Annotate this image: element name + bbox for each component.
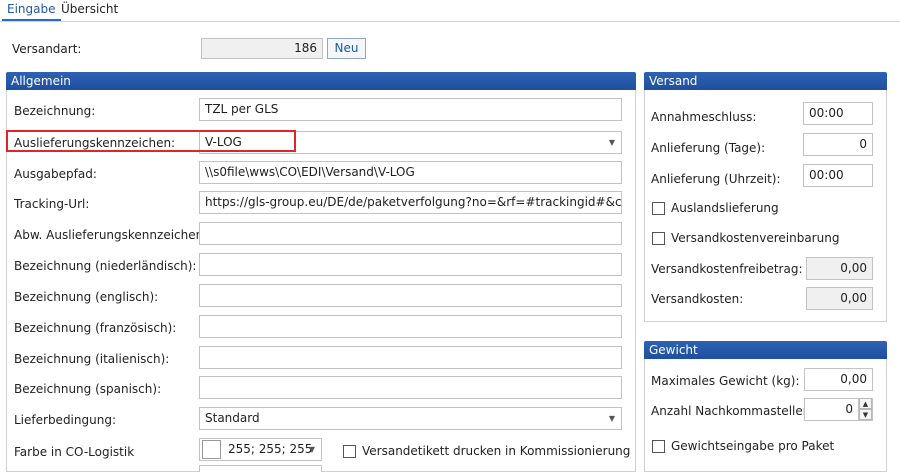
tracking-url-label: Tracking-Url:	[14, 197, 90, 211]
spin-down-icon[interactable]: ▼	[859, 409, 872, 420]
gewichtseingabe-checkbox[interactable]	[652, 440, 665, 453]
versandetikett-label: Versandetikett drucken in Kommissionieru…	[362, 444, 631, 458]
auslandslieferung-label: Auslandslieferung	[671, 201, 779, 215]
versandart-field: 186	[201, 38, 323, 59]
anlieferung-tage-input[interactable]: 0	[803, 133, 873, 156]
neu-button[interactable]: Neu	[327, 38, 366, 59]
lieferbedingung-value: Standard	[205, 411, 260, 425]
bezeichnung-label: Bezeichnung:	[14, 104, 96, 118]
partial-field	[199, 465, 322, 472]
lieferbedingung-label: Lieferbedingung:	[14, 413, 116, 427]
auslandslieferung-checkbox[interactable]	[652, 202, 665, 215]
bezeichnung-it-input[interactable]	[199, 346, 622, 369]
versandkosten-label: Versandkosten:	[651, 292, 744, 306]
bezeichnung-fr-label: Bezeichnung (französisch):	[14, 321, 177, 335]
versandkostenfreibetrag-label: Versandkostenfreibetrag:	[651, 262, 803, 276]
versandkostenfreibetrag-input: 0,00	[806, 257, 873, 280]
max-gewicht-label: Maximales Gewicht (kg):	[651, 374, 800, 388]
gewichtseingabe-label: Gewichtseingabe pro Paket	[671, 439, 835, 453]
farbe-value: 255; 255; 255	[228, 442, 313, 456]
abw-auslieferungskennzeichen-input[interactable]	[199, 222, 622, 245]
max-gewicht-input[interactable]: 0,00	[804, 368, 873, 391]
ausgabepfad-label: Ausgabepfad:	[14, 167, 97, 181]
bezeichnung-es-label: Bezeichnung (spanisch):	[14, 382, 162, 396]
bezeichnung-it-label: Bezeichnung (italienisch):	[14, 352, 170, 366]
color-swatch	[202, 440, 221, 459]
chevron-down-icon[interactable]: ▼	[609, 408, 615, 429]
bezeichnung-input[interactable]: TZL per GLS	[199, 98, 622, 121]
spin-up-icon[interactable]: ▲	[859, 398, 872, 409]
versandkostenvereinbarung-checkbox[interactable]	[652, 232, 665, 245]
nachkommastellen-spinner[interactable]: ▲ ▼	[858, 398, 872, 421]
abw-auslieferungskennzeichen-label: Abw. Auslieferungskennzeichen:	[14, 228, 208, 242]
ausgabepfad-input[interactable]: \\s0file\wws\CO\EDI\Versand\V-LOG	[199, 161, 622, 184]
tracking-url-input[interactable]: https://gls-group.eu/DE/de/paketverfolgu…	[199, 191, 622, 214]
versandart-label: Versandart:	[12, 42, 82, 56]
lieferbedingung-select[interactable]: Standard ▼	[199, 407, 622, 430]
versand-header: Versand	[644, 72, 887, 90]
versandkosten-input: 0,00	[806, 287, 873, 310]
highlight-box	[6, 130, 296, 152]
tab-divider	[0, 21, 900, 22]
farbe-label: Farbe in CO-Logistik	[14, 445, 135, 459]
bezeichnung-en-label: Bezeichnung (englisch):	[14, 290, 159, 304]
chevron-down-icon[interactable]: ▼	[609, 132, 615, 153]
farbe-select[interactable]: 255; 255; 255 ▼	[199, 438, 322, 461]
bezeichnung-fr-input[interactable]	[199, 315, 622, 338]
annahmeschluss-label: Annahmeschluss:	[651, 110, 757, 124]
versandkostenvereinbarung-label: Versandkostenvereinbarung	[671, 231, 840, 245]
gewicht-header: Gewicht	[644, 341, 887, 359]
chevron-down-icon[interactable]: ▼	[309, 439, 315, 460]
bezeichnung-en-input[interactable]	[199, 284, 622, 307]
tab-uebersicht[interactable]: Übersicht	[56, 0, 123, 21]
allgemein-header: Allgemein	[6, 72, 636, 90]
anlieferung-uhrzeit-label: Anlieferung (Uhrzeit):	[651, 172, 781, 186]
bezeichnung-es-input[interactable]	[199, 376, 622, 399]
versandetikett-checkbox[interactable]	[343, 445, 356, 458]
annahmeschluss-input[interactable]: 00:00	[803, 102, 873, 125]
bezeichnung-nl-input[interactable]	[199, 253, 622, 276]
nachkommastellen-label: Anzahl Nachkommastellen:	[651, 404, 815, 418]
tab-eingabe[interactable]: Eingabe	[2, 0, 61, 21]
anlieferung-tage-label: Anlieferung (Tage):	[651, 141, 766, 155]
bezeichnung-nl-label: Bezeichnung (niederländisch):	[14, 259, 197, 273]
anlieferung-uhrzeit-input[interactable]: 00:00	[803, 164, 873, 187]
